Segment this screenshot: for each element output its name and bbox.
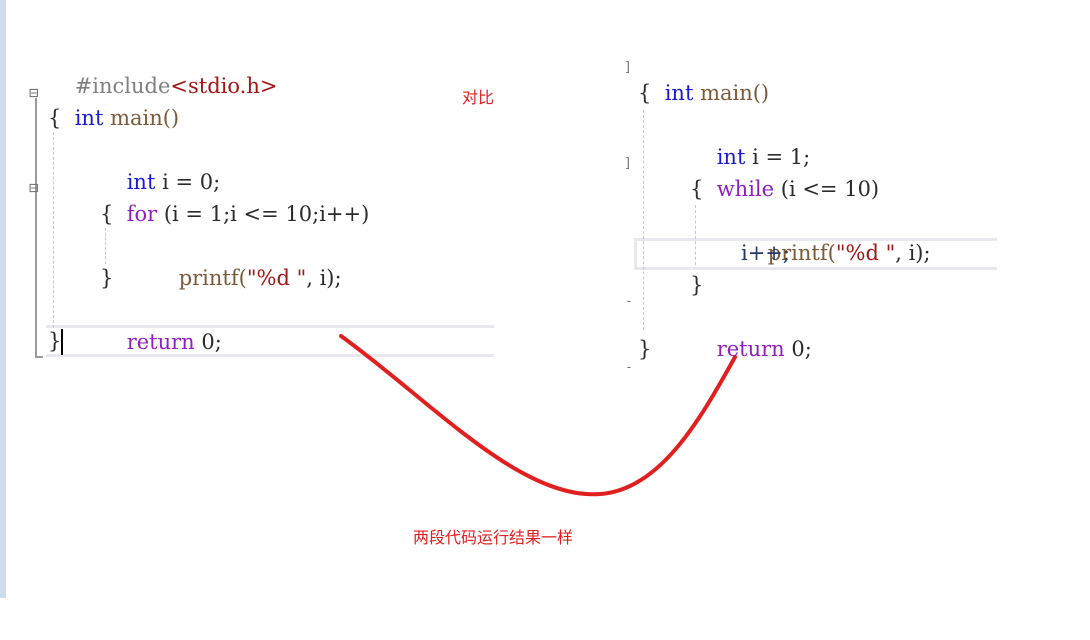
red-curve-stroke [339, 334, 737, 497]
connector-curve [339, 334, 737, 497]
